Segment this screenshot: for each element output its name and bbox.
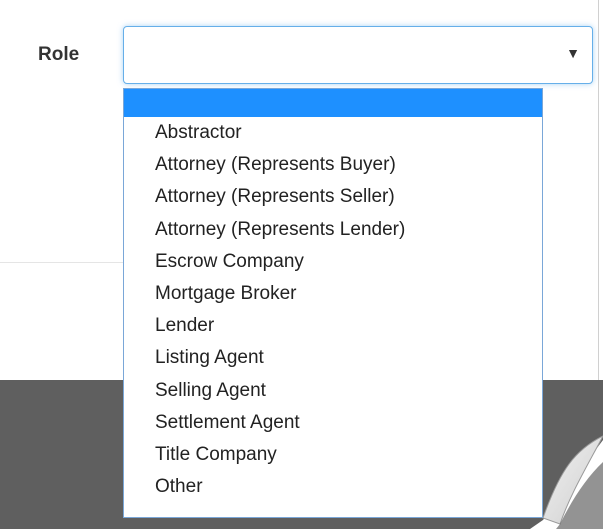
dropdown-option-escrow-company[interactable]: Escrow Company xyxy=(124,246,542,278)
dropdown-option-title-company[interactable]: Title Company xyxy=(124,439,542,471)
dropdown-option-blank-highlighted[interactable] xyxy=(124,89,542,117)
chevron-down-icon: ▼ xyxy=(566,45,580,61)
page-frame: Role ▼ Abstractor Attorney (Represents B… xyxy=(0,0,603,529)
dropdown-option-other[interactable]: Other xyxy=(124,471,542,503)
dropdown-option-settlement-agent[interactable]: Settlement Agent xyxy=(124,407,542,439)
role-select[interactable]: ▼ xyxy=(123,26,593,84)
dropdown-option-attorney-buyer[interactable]: Attorney (Represents Buyer) xyxy=(124,149,542,181)
dropdown-option-listing-agent[interactable]: Listing Agent xyxy=(124,342,542,374)
dropdown-option-selling-agent[interactable]: Selling Agent xyxy=(124,375,542,407)
dropdown-option-attorney-lender[interactable]: Attorney (Represents Lender) xyxy=(124,214,542,246)
dropdown-option-attorney-seller[interactable]: Attorney (Represents Seller) xyxy=(124,181,542,213)
dropdown-option-mortgage-broker[interactable]: Mortgage Broker xyxy=(124,278,542,310)
dropdown-option-lender[interactable]: Lender xyxy=(124,310,542,342)
role-dropdown-list: Abstractor Attorney (Represents Buyer) A… xyxy=(123,88,543,518)
role-label: Role xyxy=(38,44,80,65)
dropdown-option-abstractor[interactable]: Abstractor xyxy=(124,117,542,149)
option-list: Abstractor Attorney (Represents Buyer) A… xyxy=(124,117,542,503)
